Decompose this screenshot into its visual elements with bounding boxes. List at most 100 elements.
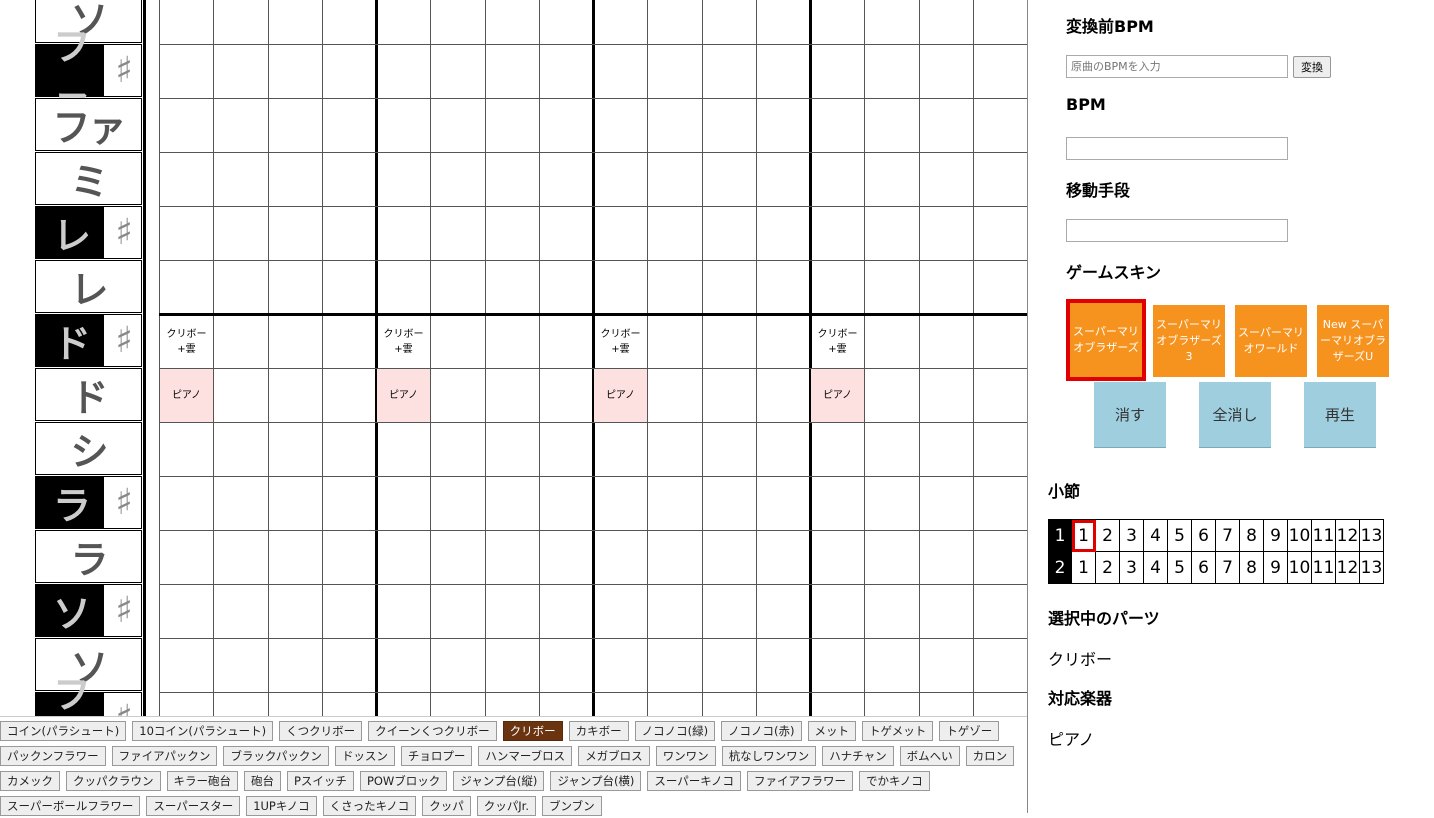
piano-key[interactable]: レ [35,260,142,313]
note-instrument-cell[interactable]: ピアノ [811,369,864,422]
part-button[interactable]: クッパ [422,796,471,816]
part-button[interactable]: トゲメット [862,721,934,741]
measure-cell[interactable]: 1 [1071,519,1096,552]
measure-cell[interactable]: 3 [1119,519,1144,552]
measure-cell[interactable]: 5 [1167,551,1192,584]
part-button[interactable]: くつクリボー [279,721,363,741]
grid-row-line [159,44,1027,45]
measure-cell[interactable]: 1 [1071,551,1096,584]
note-part-cell[interactable]: クリボー +雲 [594,315,647,368]
part-button[interactable]: ノコノコ(緑) [634,721,716,741]
play-button[interactable]: 再生 [1304,382,1376,448]
measure-cell[interactable]: 3 [1119,551,1144,584]
part-button[interactable]: メット [807,721,857,741]
part-button[interactable]: ジャンプ台(縦) [453,771,545,791]
piano-key[interactable]: ラ [35,530,142,583]
part-button[interactable]: ファイアフラワー [747,771,854,791]
part-button[interactable]: くさったキノコ [322,796,417,816]
part-button[interactable]: コイン(パラシュート) [0,721,127,741]
clear-all-button[interactable]: 全消し [1199,382,1271,448]
part-button[interactable]: カキボー [568,721,629,741]
part-button[interactable]: クッパJr. [476,796,537,816]
part-button[interactable]: チョロプー [400,746,473,766]
note-instrument-cell[interactable]: ピアノ [594,369,647,422]
part-button[interactable]: ジャンプ台(横) [550,771,642,791]
part-button[interactable]: 砲台 [244,771,281,791]
note-part-cell[interactable]: クリボー +雲 [377,315,430,368]
part-button[interactable]: ドッスン [334,746,395,766]
piano-key[interactable]: シ [35,422,142,475]
part-button[interactable]: カロン [965,746,1015,766]
part-button[interactable]: キラー砲台 [166,771,238,791]
measure-cell[interactable]: 6 [1191,519,1216,552]
measure-cell[interactable]: 10 [1287,551,1312,584]
convert-button[interactable]: 変換 [1293,56,1331,78]
measure-cell[interactable]: 12 [1335,519,1360,552]
measure-cell[interactable]: 2 [1095,519,1120,552]
skin-smw[interactable]: スーパーマリオワールド [1235,305,1307,377]
part-button[interactable]: POWブロック [359,771,448,791]
piano-key[interactable]: ファ♯ [35,24,142,124]
part-button[interactable]: ノコノコ(赤) [721,721,802,741]
part-button[interactable]: スーパーボールフラワー [0,796,141,816]
piano-key[interactable]: ミ [35,152,142,205]
part-button[interactable]: 1UPキノコ [246,796,317,816]
skin-smb3[interactable]: スーパーマリオブラザーズ3 [1153,305,1225,377]
part-button[interactable]: ブンブン [542,796,602,816]
measure-cell[interactable]: 6 [1191,551,1216,584]
note-instrument-cell[interactable]: ピアノ [377,369,430,422]
part-button[interactable]: 杭なしワンワン [721,746,817,766]
measure-cell[interactable]: 13 [1359,551,1384,584]
part-button[interactable]: ブラックパックン [223,746,329,766]
measure-cell[interactable]: 11 [1311,551,1336,584]
part-button[interactable]: パックンフラワー [0,746,106,766]
piano-key[interactable]: ド [35,368,142,421]
piano-key[interactable]: ラ ♯ [35,476,142,529]
part-button[interactable]: ワンワン [655,746,716,766]
part-button[interactable]: スーパースター [146,796,241,816]
part-button[interactable]: ハンマーブロス [478,746,573,766]
measure-cell[interactable]: 11 [1311,519,1336,552]
bpm-input[interactable] [1066,137,1288,160]
measure-cell[interactable]: 8 [1239,551,1264,584]
measure-cell[interactable]: 9 [1263,519,1288,552]
piano-key[interactable]: レ ♯ [35,206,142,259]
measure-cell[interactable]: 4 [1143,551,1168,584]
measure-cell[interactable]: 5 [1167,519,1192,552]
measure-cell[interactable]: 7 [1215,551,1240,584]
note-instrument-cell[interactable]: ピアノ [160,369,213,422]
measure-cell[interactable]: 2 [1095,551,1120,584]
measure-cell[interactable]: 10 [1287,519,1312,552]
part-button[interactable]: スーパーキノコ [647,771,742,791]
note-part-cell[interactable]: クリボー +雲 [160,315,213,368]
measure-cell[interactable]: 7 [1215,519,1240,552]
measure-cell[interactable]: 13 [1359,519,1384,552]
part-button[interactable]: Pスイッチ [287,771,354,791]
orig-bpm-input[interactable] [1066,55,1288,78]
part-button[interactable]: ハナチャン [822,746,894,766]
part-button[interactable]: クイーンくつクリボー [368,721,497,741]
skin-smb[interactable]: スーパーマリオブラザーズ [1066,299,1146,381]
measure-cell[interactable]: 4 [1143,519,1168,552]
part-button[interactable]: カメック [0,771,60,791]
note-grid[interactable]: クリボー +雲 クリボー +雲 クリボー +雲 クリボー +雲 ピアノ ピアノ ピアノ ピアノ [159,0,1027,730]
part-button[interactable]: ボムへい [899,746,960,766]
part-button[interactable]: でかキノコ [859,771,930,791]
measure-cell[interactable]: 9 [1263,551,1288,584]
grid-row-line [159,584,1027,585]
skin-nsmbu[interactable]: New スーパーマリオブラザーズU [1317,305,1389,377]
piano-key[interactable]: ド ♯ [35,314,142,367]
note-part-cell[interactable]: クリボー +雲 [811,315,864,368]
measure-cell[interactable]: 12 [1335,551,1360,584]
move-input[interactable] [1066,219,1288,242]
part-button[interactable]: 10コイン(パラシュート) [132,721,274,741]
part-button[interactable]: ファイアパックン [111,746,218,766]
piano-key[interactable]: ソ ♯ [35,584,142,637]
part-button[interactable]: クッパクラウン [66,771,161,791]
part-button[interactable]: トゲゾー [939,721,1000,741]
measure-cell[interactable]: 8 [1239,519,1264,552]
part-button[interactable]: クリボー [502,721,563,741]
piano-key[interactable]: ファ [35,98,142,151]
erase-button[interactable]: 消す [1094,382,1166,448]
part-button[interactable]: メガブロス [578,746,650,766]
